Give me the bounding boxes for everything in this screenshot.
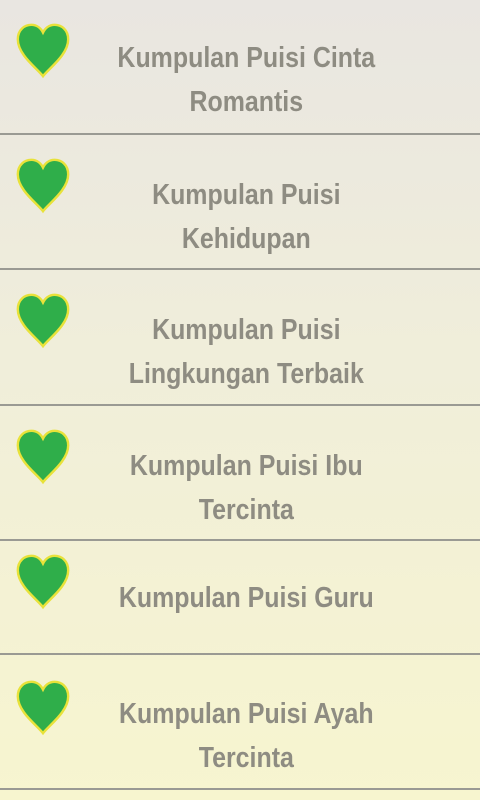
list-item-label: Kumpulan Puisi Kehidupan [152,179,341,255]
heart-icon [12,20,74,82]
heart-icon [12,551,74,613]
list-item[interactable]: Kumpulan Puisi Guru [0,541,480,655]
heart-icon [12,155,74,217]
list-item[interactable]: Kumpulan Puisi Ayah Tercinta [0,655,480,790]
heart-icon [12,290,74,352]
poem-category-list: Kumpulan Puisi Cinta Romantis Kumpulan P… [0,0,480,800]
heart-icon [12,677,74,739]
list-item-label: Kumpulan Puisi Guru [118,582,374,614]
list-item-label: Kumpulan Puisi Cinta Romantis [117,42,376,118]
list-item-label: Kumpulan Puisi Lingkungan Terbaik [128,314,364,390]
list-item[interactable]: Kumpulan Puisi Lingkungan Terbaik [0,270,480,406]
heart-icon [12,426,74,488]
list-item-label: Kumpulan Puisi Ayah Tercinta [119,698,374,774]
list-item[interactable]: Kumpulan Puisi Kehidupan [0,135,480,270]
list-item[interactable]: Kumpulan Puisi Cinta Romantis [0,0,480,135]
list-item[interactable]: Kumpulan Puisi Ibu Tercinta [0,406,480,541]
list-item-label: Kumpulan Puisi Ibu Tercinta [129,450,363,526]
